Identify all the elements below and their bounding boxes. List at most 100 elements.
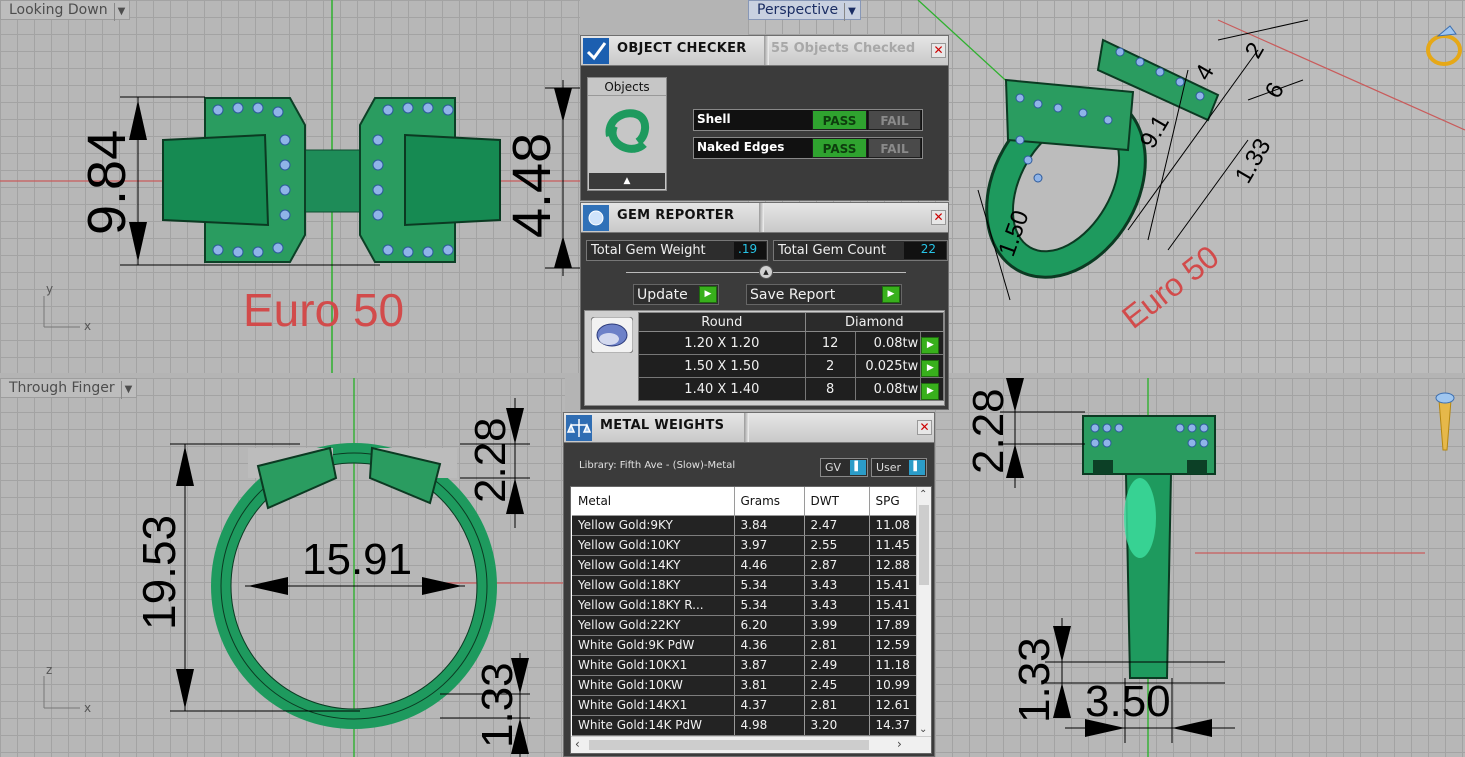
object-checker-titlebar[interactable]: OBJECT CHECKER 55 Objects Checked ✕ [581, 36, 948, 66]
metal-dwt: 2.55 [804, 535, 870, 556]
gem-row-go[interactable]: ▶ [920, 377, 944, 401]
metal-dwt: 3.20 [804, 715, 870, 736]
scroll-right-icon[interactable]: › [897, 737, 902, 751]
play-icon: ▶ [882, 286, 900, 303]
metal-grams: 5.34 [734, 575, 805, 596]
metal-weights-titlebar[interactable]: METAL WEIGHTS ✕ [564, 413, 934, 443]
check-row-naked-edges: Naked Edges PASS FAIL [693, 137, 923, 159]
play-icon: ▶ [921, 383, 940, 400]
chevron-down-icon[interactable]: ▼ [844, 3, 856, 21]
metal-name: White Gold:10KX1 [572, 655, 735, 676]
axis-z-label: z [46, 663, 52, 677]
metal-row[interactable]: White Gold:10KW 3.81 2.45 10.99 [572, 675, 918, 696]
metal-spg: 10.99 [869, 675, 918, 696]
horizontal-scrollbar[interactable]: ‹ › [571, 736, 931, 753]
collapse-arrow-icon[interactable]: ▲ [589, 173, 665, 189]
metal-name: Yellow Gold:9KY [572, 515, 735, 536]
gem-row-go[interactable]: ▶ [920, 354, 944, 378]
metal-row[interactable]: White Gold:10KX1 3.87 2.49 11.18 [572, 655, 918, 676]
metal-spg: 12.61 [869, 695, 918, 716]
viewport-title-through-finger[interactable]: Through Finger ▼ [0, 378, 138, 399]
viewport-title-looking-down[interactable]: Looking Down ▼ [0, 0, 131, 21]
scroll-left-icon[interactable]: ‹ [575, 737, 580, 751]
axis-x-label: x [84, 319, 91, 333]
scroll-down-icon[interactable]: ⌄ [919, 724, 927, 735]
chevron-down-icon[interactable]: ▼ [113, 3, 125, 21]
gem-slider-handle[interactable]: ▲ [759, 265, 773, 279]
metal-row[interactable]: White Gold:14KX1 4.37 2.81 12.61 [572, 695, 918, 716]
scroll-thumb[interactable] [919, 505, 929, 585]
metal-row[interactable]: Yellow Gold:22KY 6.20 3.99 17.89 [572, 615, 918, 636]
metal-row[interactable]: Yellow Gold:18KY R... 5.34 3.43 15.41 [572, 595, 918, 616]
scroll-thumb-h[interactable] [589, 740, 869, 750]
spg-col-header[interactable]: SPG [869, 487, 918, 516]
save-report-button[interactable]: Save Report ▶ [746, 284, 902, 305]
total-gem-count-value: 22 [904, 242, 946, 259]
metal-grams: 3.87 [734, 655, 805, 676]
gem-row-go[interactable]: ▶ [920, 331, 944, 355]
metal-row[interactable]: Yellow Gold:18KY 5.34 3.43 15.41 [572, 575, 918, 596]
close-icon[interactable]: ✕ [917, 420, 932, 435]
gv-toggle[interactable]: GV ▌ [820, 458, 868, 477]
metal-row[interactable]: White Gold:9K PdW 4.36 2.81 12.59 [572, 635, 918, 656]
gem-tw: 0.025tw [854, 354, 922, 378]
metal-row[interactable]: White Gold:14K PdW 4.98 3.20 14.37 [572, 715, 918, 736]
viewport-side[interactable]: 2.28 1.33 3.50 [935, 378, 1465, 757]
close-icon[interactable]: ✕ [931, 43, 946, 58]
dim-3-50: 3.50 [1085, 677, 1171, 726]
metal-name: White Gold:14K PdW [572, 715, 735, 736]
metal-dwt: 3.43 [804, 575, 870, 596]
check-name: Shell [697, 112, 731, 126]
metal-dwt: 2.47 [804, 515, 870, 536]
checkmark-icon [583, 38, 609, 64]
metal-spg: 15.41 [869, 575, 918, 596]
gem-count: 12 [804, 331, 856, 355]
metal-spg: 15.41 [869, 595, 918, 616]
gem-count: 8 [804, 377, 856, 401]
gem-row: 1.50 X 1.50 2 0.025tw ▶ [638, 354, 944, 378]
viewport-title-perspective[interactable]: Perspective ▼ [748, 0, 861, 21]
gem-reporter-titlebar[interactable]: GEM REPORTER ✕ [581, 203, 948, 233]
chevron-down-icon[interactable]: ▼ [120, 381, 132, 399]
total-gem-weight-value: .19 [734, 242, 766, 259]
metal-name: Yellow Gold:22KY [572, 615, 735, 636]
dwt-col-header[interactable]: DWT [804, 487, 870, 516]
metal-name: Yellow Gold:10KY [572, 535, 735, 556]
metal-grams: 6.20 [734, 615, 805, 636]
fail-indicator: FAIL [868, 138, 921, 158]
metal-col-header[interactable]: Metal [572, 487, 735, 516]
gem-slider-track[interactable]: ▲ [626, 265, 906, 279]
total-gem-weight-label: Total Gem Weight [591, 243, 706, 258]
panel-title: METAL WEIGHTS [600, 418, 725, 433]
ring-side-gold-icon [1435, 392, 1455, 451]
metal-name: Yellow Gold:14KY [572, 555, 735, 576]
metal-row[interactable]: Yellow Gold:14KY 4.46 2.87 12.88 [572, 555, 918, 576]
metal-row[interactable]: Yellow Gold:10KY 3.97 2.55 11.45 [572, 535, 918, 556]
metal-dwt: 3.99 [804, 615, 870, 636]
ring-object-icon [605, 109, 649, 153]
metal-spg: 11.08 [869, 515, 918, 536]
metal-weights-panel: METAL WEIGHTS ✕ Library: Fifth Ave - (Sl… [563, 412, 935, 757]
metal-spg: 12.88 [869, 555, 918, 576]
objects-box[interactable]: Objects ▲ [587, 77, 667, 191]
persp-dim-5: 1.33 [1230, 134, 1277, 188]
vertical-scrollbar[interactable]: ⌃ ⌄ [916, 487, 931, 737]
metal-dwt: 2.87 [804, 555, 870, 576]
axis-x-label: x [84, 701, 91, 715]
play-icon: ▶ [921, 337, 940, 354]
close-icon[interactable]: ✕ [931, 210, 946, 225]
viewport-through-finger[interactable]: 19.53 15.91 2.28 1.33 z x Through Finger… [0, 378, 565, 757]
gem-shape-header: Round [638, 312, 806, 332]
ring-top-view: 9.84 4.48 Euro 50 y x [0, 0, 580, 373]
round-diamond-icon [591, 317, 633, 353]
gem-type-header: Diamond [804, 312, 945, 332]
scroll-up-icon[interactable]: ⌃ [919, 489, 927, 500]
update-button[interactable]: Update ▶ [633, 284, 719, 305]
metal-spg: 17.89 [869, 615, 918, 636]
viewport-looking-down[interactable]: 9.84 4.48 Euro 50 y x Looking Down ▼ [0, 0, 580, 373]
user-toggle[interactable]: User ▌ [871, 458, 927, 477]
grams-col-header[interactable]: Grams [734, 487, 805, 516]
metal-dwt: 3.43 [804, 595, 870, 616]
metal-spg: 14.37 [869, 715, 918, 736]
metal-row[interactable]: Yellow Gold:9KY 3.84 2.47 11.08 [572, 515, 918, 536]
